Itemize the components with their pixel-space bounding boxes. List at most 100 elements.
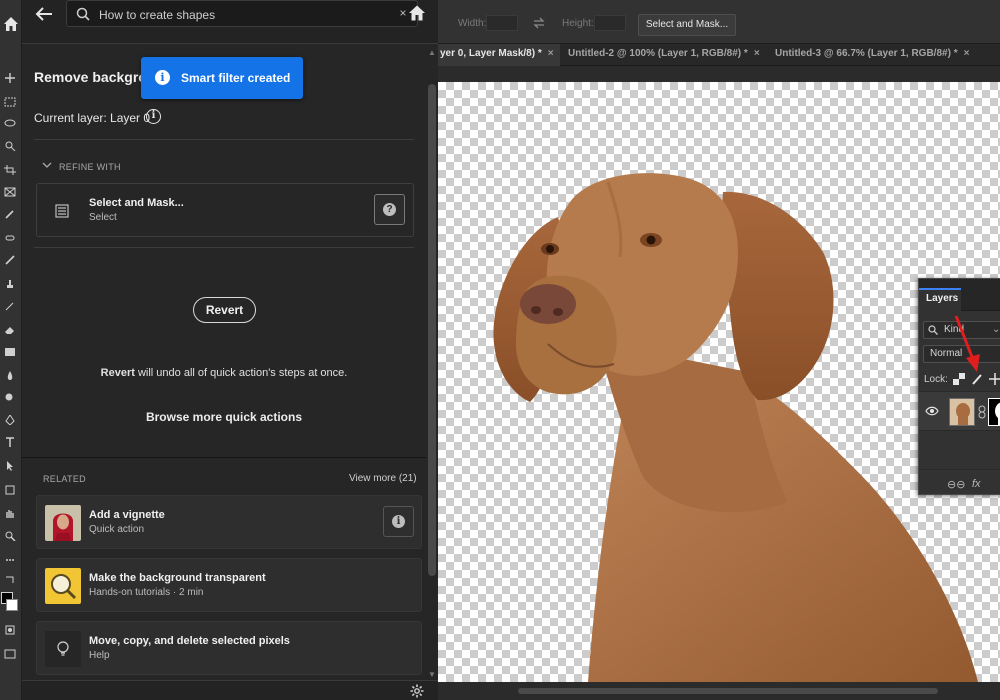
related-item-title: Make the background transparent	[89, 572, 266, 584]
brush-tool-icon[interactable]	[4, 254, 16, 265]
search-input[interactable]: How to create shapes ×	[66, 0, 418, 27]
hand-tool-icon[interactable]	[4, 508, 16, 518]
toast-message: Smart filter created	[181, 71, 291, 85]
lightbulb-icon	[57, 641, 69, 656]
info-icon: i	[155, 70, 170, 85]
tab-document-1[interactable]: yer 0, Layer Mask/8) * ×	[438, 44, 560, 66]
page-title: Remove background	[34, 69, 144, 85]
swap-icon[interactable]	[532, 16, 546, 30]
related-item-transparent-background[interactable]: Make the background transparent Hands-on…	[36, 558, 422, 612]
chain-link-icon[interactable]	[978, 405, 986, 419]
blend-mode-select[interactable]: Normal	[923, 345, 1000, 363]
search-value[interactable]: How to create shapes	[99, 8, 215, 22]
dog-cutout-image	[493, 173, 978, 682]
portrait-thumbnail-icon	[45, 505, 81, 541]
quick-select-tool-icon[interactable]	[4, 140, 16, 152]
screen-mode-icon[interactable]	[4, 648, 16, 659]
related-item-vignette[interactable]: Add a vignette Quick action i	[36, 495, 422, 549]
lasso-tool-icon[interactable]	[4, 118, 16, 128]
tab-label: Untitled-2 @ 100% (Layer 1, RGB/8#) *	[568, 48, 748, 59]
back-arrow-icon[interactable]	[34, 5, 54, 23]
type-tool-icon[interactable]	[4, 436, 16, 447]
width-field[interactable]	[486, 15, 518, 31]
history-brush-tool-icon[interactable]	[4, 300, 16, 311]
dodge-tool-icon[interactable]	[4, 392, 16, 402]
divider	[22, 457, 426, 458]
search-icon	[76, 7, 90, 21]
move-tool-icon[interactable]	[4, 72, 16, 83]
eye-icon[interactable]	[925, 406, 939, 416]
related-item-subtitle: Quick action	[89, 524, 145, 535]
gear-icon[interactable]	[410, 684, 424, 698]
height-field[interactable]	[594, 15, 626, 31]
refine-with-heading[interactable]: REFINE WITH	[59, 162, 121, 172]
revert-note-bold: Revert	[100, 367, 135, 379]
crop-tool-icon[interactable]	[4, 164, 16, 175]
select-and-mask-button[interactable]: Select and Mask...	[638, 14, 736, 36]
layer-kind-filter[interactable]: Kind ⌄	[923, 321, 1000, 339]
tab-label: Untitled-3 @ 66.7% (Layer 1, RGB/8#) *	[775, 48, 958, 59]
link-layers-icon[interactable]: ⊖⊖	[947, 478, 965, 491]
help-button[interactable]: ?	[374, 194, 405, 225]
info-button[interactable]: i	[383, 506, 414, 537]
info-icon[interactable]: i	[146, 109, 161, 124]
frame-tool-icon[interactable]	[4, 186, 16, 197]
tab-layers[interactable]: Layers	[919, 288, 961, 311]
checkerboard-icon[interactable]	[953, 373, 965, 385]
layer-thumbnail[interactable]	[949, 398, 975, 426]
gradient-tool-icon[interactable]	[4, 346, 16, 356]
brush-icon[interactable]	[971, 373, 983, 385]
canvas-scrollbar[interactable]	[438, 682, 1000, 700]
search-icon	[928, 325, 938, 335]
canvas-scrollbar-thumb[interactable]	[518, 688, 938, 694]
revert-button[interactable]: Revert	[193, 297, 256, 323]
tools-panel	[0, 0, 22, 700]
info-icon: i	[392, 515, 405, 528]
scroll-up-icon[interactable]: ▲	[428, 48, 436, 57]
browse-more-link[interactable]: Browse more quick actions	[22, 410, 426, 424]
layers-panel: Layers Kind ⌄ Normal Lock: ⊖⊖ fx	[918, 278, 1000, 495]
related-item-move-copy-delete[interactable]: Move, copy, and delete selected pixels H…	[36, 621, 422, 675]
discover-panel: How to create shapes × Remove background…	[22, 0, 438, 700]
home-icon[interactable]	[3, 16, 19, 32]
tab-document-3[interactable]: Untitled-3 @ 66.7% (Layer 1, RGB/8#) * ×	[775, 44, 995, 66]
blur-tool-icon[interactable]	[4, 370, 16, 380]
eyedropper-tool-icon[interactable]	[4, 208, 16, 219]
related-item-subtitle: Hands-on tutorials · 2 min	[89, 587, 204, 598]
document-canvas[interactable]	[438, 82, 1000, 682]
magnifier-thumbnail-icon	[45, 568, 81, 604]
shape-tool-icon[interactable]	[4, 484, 16, 495]
close-icon[interactable]: ×	[964, 48, 970, 59]
quick-mask-icon[interactable]	[4, 624, 16, 635]
chevron-down-icon[interactable]	[42, 161, 52, 169]
document-tabs: yer 0, Layer Mask/8) * × Untitled-2 @ 100…	[438, 44, 1000, 66]
marquee-tool-icon[interactable]	[4, 96, 16, 107]
tab-document-2[interactable]: Untitled-2 @ 100% (Layer 1, RGB/8#) * ×	[568, 44, 766, 66]
pen-tool-icon[interactable]	[4, 414, 16, 426]
close-icon[interactable]: ×	[754, 48, 760, 59]
width-label: Width:	[458, 18, 487, 29]
scroll-down-icon[interactable]: ▼	[428, 670, 436, 679]
eraser-tool-icon[interactable]	[4, 324, 16, 334]
layer-row-layer-0[interactable]	[919, 391, 1000, 431]
discover-topbar: How to create shapes ×	[22, 0, 438, 44]
options-bar: Width: Height: Select and Mask...	[438, 0, 1000, 44]
move-icon[interactable]	[989, 373, 1000, 385]
select-and-mask-card[interactable]: Select and Mask... Select ?	[36, 183, 414, 237]
select-mask-icon	[55, 204, 69, 218]
layer-mask-thumbnail[interactable]	[988, 398, 1000, 426]
swap-colors-icon[interactable]	[4, 574, 16, 584]
stamp-tool-icon[interactable]	[4, 278, 16, 288]
close-icon[interactable]: ×	[548, 48, 554, 59]
zoom-tool-icon[interactable]	[4, 530, 16, 542]
fx-icon[interactable]: fx	[972, 478, 981, 490]
layers-panel-header: Layers	[919, 279, 1000, 311]
view-more-link[interactable]: View more (21)	[349, 473, 417, 484]
home-icon[interactable]	[408, 4, 426, 22]
panel-scrollbar-thumb[interactable]	[428, 84, 436, 576]
path-select-tool-icon[interactable]	[4, 460, 16, 471]
background-color-swatch[interactable]	[6, 599, 18, 611]
healing-tool-icon[interactable]	[4, 232, 16, 242]
divider	[34, 139, 414, 140]
more-tools-icon[interactable]	[4, 554, 16, 564]
